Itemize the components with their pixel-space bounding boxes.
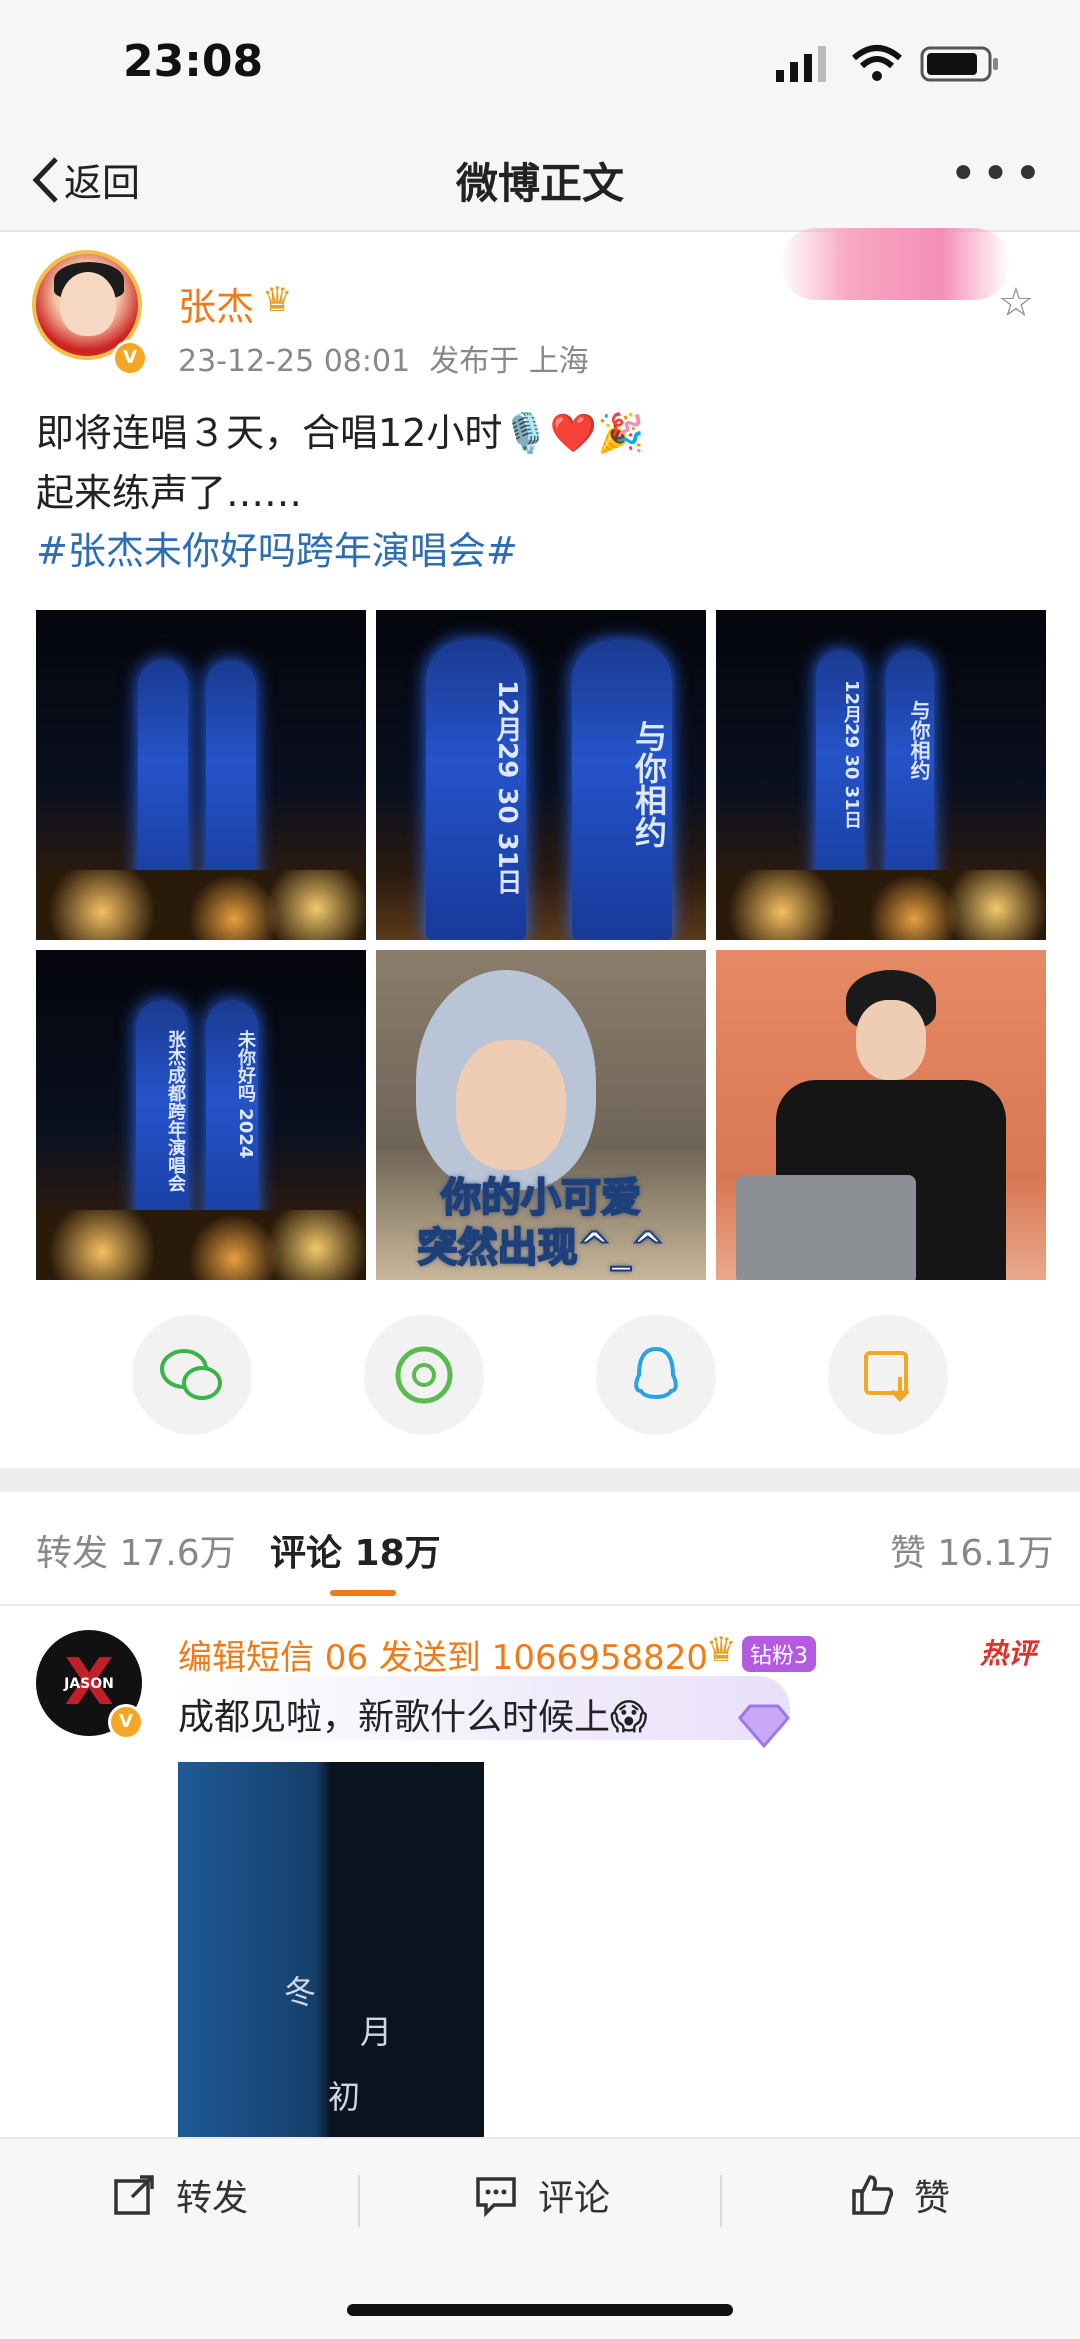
- photo-3[interactable]: 12月29 30 31日 与你相约: [716, 610, 1046, 940]
- photo-2-overlay-left: 12月29 30 31日: [492, 680, 522, 895]
- photo-2-overlay-right: 与你相约: [630, 720, 668, 848]
- verified-badge-icon: V: [112, 340, 148, 376]
- section-divider: [0, 1468, 1080, 1492]
- decoration-banner: [780, 228, 1010, 300]
- photo-4[interactable]: 张杰成都跨年演唱会 未你好吗 2024: [36, 950, 366, 1280]
- thumbs-up-icon: [852, 2175, 894, 2215]
- save-image-button[interactable]: [828, 1315, 948, 1435]
- bottom-action-bar: 转发 评论 赞: [0, 2137, 1080, 2339]
- fan-badge: 钻粉3: [742, 1636, 816, 1672]
- post-meta: 23-12-25 08:01 发布于 上海: [178, 336, 589, 380]
- repost-icon: [114, 2175, 154, 2215]
- photo-3-overlay-left: 12月29 30 31日: [841, 680, 862, 829]
- home-indicator: [347, 2304, 733, 2316]
- post-text-line1: 即将连唱３天，合唱12小时🎙️❤️🎉: [36, 411, 645, 455]
- post-timestamp: 23-12-25 08:01: [178, 344, 411, 379]
- back-button[interactable]: 返回: [30, 152, 140, 207]
- crown-icon: ♛: [262, 280, 293, 320]
- tab-repost[interactable]: 转发 17.6万: [36, 1524, 236, 1576]
- photo-5-caption-line2: 突然出现^_^: [416, 1224, 665, 1272]
- photo-6[interactable]: [716, 950, 1046, 1280]
- nav-bar: 微博正文 返回 •••: [0, 130, 1080, 232]
- bottom-repost-button[interactable]: 转发: [112, 2169, 248, 2221]
- photo-4-overlay-right: 未你好吗 2024: [235, 1030, 256, 1159]
- comment-text: 成都见啦，新歌什么时候上😱: [178, 1697, 648, 1738]
- comment-image-text-3: 初: [328, 2078, 361, 2116]
- bottom-comment-button[interactable]: 评论: [474, 2169, 610, 2221]
- comment-image-text-2: 月: [360, 2013, 393, 2051]
- tab-like[interactable]: 赞 16.1万: [890, 1524, 1054, 1576]
- share-wechat-button[interactable]: [132, 1315, 252, 1435]
- photo-5-face: [456, 1040, 566, 1170]
- photo-2[interactable]: 12月29 30 31日 与你相约: [376, 610, 706, 940]
- author-name[interactable]: 张杰: [178, 276, 254, 331]
- diamond-icon: [738, 1704, 790, 1749]
- bottom-repost-label: 转发: [176, 2178, 249, 2219]
- photo-4-overlay-left: 张杰成都跨年演唱会: [165, 1030, 186, 1192]
- tab-comment[interactable]: 评论 18万: [270, 1524, 441, 1576]
- post-hashtag[interactable]: #张杰未你好吗跨年演唱会#: [36, 520, 518, 575]
- share-qq-button[interactable]: [596, 1315, 716, 1435]
- wifi-icon: [852, 45, 902, 81]
- moments-icon: [395, 1346, 453, 1404]
- status-time: 23:08: [123, 36, 264, 87]
- photo-6-laptop: [736, 1175, 916, 1280]
- commenter-name[interactable]: 编辑短信 06 发送到 1066958820: [178, 1630, 708, 1679]
- chevron-left-icon: [32, 156, 58, 203]
- comment-image[interactable]: 冬 月 初: [178, 1762, 484, 2137]
- qq-icon: [634, 1346, 678, 1399]
- commenter-crown-icon: ♛: [706, 1630, 737, 1670]
- comment-image-text-1: 冬: [284, 1973, 317, 2011]
- hot-comment-tag: 热评: [980, 1637, 1037, 1670]
- tab-border: [0, 1604, 1080, 1606]
- commenter-avatar-text: JASON: [64, 1676, 114, 1692]
- signal-icon: [776, 46, 826, 82]
- post-location: 上海: [528, 344, 589, 379]
- comment-icon: [476, 2177, 516, 2217]
- photo-1[interactable]: [36, 610, 366, 940]
- back-label: 返回: [64, 161, 141, 205]
- wechat-icon: [160, 1349, 222, 1400]
- status-bar: 23:08: [0, 0, 1080, 130]
- more-button[interactable]: •••: [949, 146, 1046, 202]
- share-moments-button[interactable]: [364, 1315, 484, 1435]
- post-location-prefix: 发布于: [429, 344, 520, 379]
- avatar-face: [60, 272, 116, 336]
- bottom-comment-label: 评论: [538, 2178, 611, 2219]
- bottom-like-button[interactable]: 赞: [850, 2169, 950, 2221]
- bottom-like-label: 赞: [914, 2178, 951, 2219]
- commenter-verified-icon: V: [108, 1704, 144, 1740]
- battery-icon: [920, 46, 998, 82]
- save-image-icon: [864, 1351, 910, 1402]
- page-title: 微博正文: [455, 159, 624, 208]
- photo-5[interactable]: 你的小可爱 突然出现^_^: [376, 950, 706, 1280]
- photo-3-overlay-right: 与你相约: [907, 700, 931, 780]
- post-text-line2: 起来练声了……: [36, 471, 303, 515]
- favorite-star-icon[interactable]: ☆: [998, 280, 1034, 326]
- tab-underline: [330, 1590, 396, 1596]
